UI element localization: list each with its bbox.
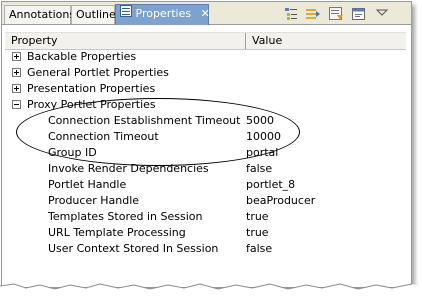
category-label: Proxy Portlet Properties: [27, 98, 156, 111]
property-value[interactable]: 10000: [246, 129, 281, 145]
category-row[interactable]: Backable Properties: [5, 49, 406, 65]
category-label: General Portlet Properties: [27, 66, 169, 79]
property-name: Producer Handle: [48, 194, 140, 207]
tab-outline[interactable]: Outline: [71, 5, 116, 24]
restore-default-icon[interactable]: [351, 6, 367, 22]
properties-view: Annotations Outline Properties ✕ Propert…: [1, 1, 412, 288]
property-name: Templates Stored in Session: [48, 210, 203, 223]
properties-icon: [120, 5, 132, 23]
column-header: Property Value: [5, 32, 406, 50]
property-row[interactable]: User Context Stored In Session false: [5, 241, 406, 257]
expand-icon[interactable]: [12, 84, 21, 93]
category-label: Presentation Properties: [27, 82, 156, 95]
property-row[interactable]: URL Template Processing true: [5, 225, 406, 241]
property-row[interactable]: Connection Timeout 10000: [5, 129, 406, 145]
expand-icon[interactable]: [12, 68, 21, 77]
property-name: User Context Stored In Session: [48, 242, 219, 255]
property-row[interactable]: Invoke Render Dependencies false: [5, 161, 406, 177]
filter-icon[interactable]: [328, 6, 344, 22]
show-advanced-icon[interactable]: [305, 6, 321, 22]
view-menu-icon[interactable]: [374, 4, 390, 20]
category-row[interactable]: General Portlet Properties: [5, 65, 406, 81]
property-value[interactable]: portlet_8: [246, 177, 295, 193]
property-name: Group ID: [48, 146, 97, 159]
property-name: Portlet Handle: [48, 178, 127, 191]
tab-annotations-label: Annotations: [9, 8, 76, 21]
category-row[interactable]: Presentation Properties: [5, 81, 406, 97]
property-value[interactable]: false: [246, 161, 272, 177]
category-row[interactable]: Proxy Portlet Properties: [5, 97, 406, 113]
property-tree: Backable Properties General Portlet Prop…: [5, 49, 406, 257]
tab-annotations[interactable]: Annotations: [4, 5, 75, 24]
show-categories-icon[interactable]: [283, 6, 299, 22]
tab-properties[interactable]: Properties ✕: [115, 4, 211, 25]
collapse-icon[interactable]: [12, 100, 21, 109]
property-row[interactable]: Producer Handle beaProducer: [5, 193, 406, 209]
column-header-value-label: Value: [252, 34, 283, 47]
property-name: Connection Establishment Timeout: [48, 114, 241, 127]
property-row[interactable]: Group ID portal: [5, 145, 406, 161]
property-name: Invoke Render Dependencies: [48, 162, 209, 175]
column-header-property[interactable]: Property: [5, 33, 245, 49]
column-header-property-label: Property: [11, 34, 58, 47]
property-value[interactable]: beaProducer: [246, 193, 315, 209]
property-name: Connection Timeout: [48, 130, 159, 143]
tab-outline-label: Outline: [76, 8, 116, 21]
tab-properties-label: Properties: [135, 7, 192, 20]
torn-edge: [0, 283, 422, 300]
property-value[interactable]: false: [246, 241, 272, 257]
property-row[interactable]: Portlet Handle portlet_8: [5, 177, 406, 193]
property-value[interactable]: portal: [246, 145, 278, 161]
view-tab-bar: Annotations Outline Properties ✕: [2, 2, 411, 25]
property-row[interactable]: Connection Establishment Timeout 5000: [5, 113, 406, 129]
category-label: Backable Properties: [27, 50, 137, 63]
property-name: URL Template Processing: [48, 226, 186, 239]
close-icon[interactable]: ✕: [201, 8, 211, 19]
property-value[interactable]: 5000: [246, 113, 274, 129]
property-row[interactable]: Templates Stored in Session true: [5, 209, 406, 225]
expand-icon[interactable]: [12, 52, 21, 61]
property-value[interactable]: true: [246, 209, 269, 225]
property-value[interactable]: true: [246, 225, 269, 241]
column-header-value[interactable]: Value: [246, 33, 406, 49]
